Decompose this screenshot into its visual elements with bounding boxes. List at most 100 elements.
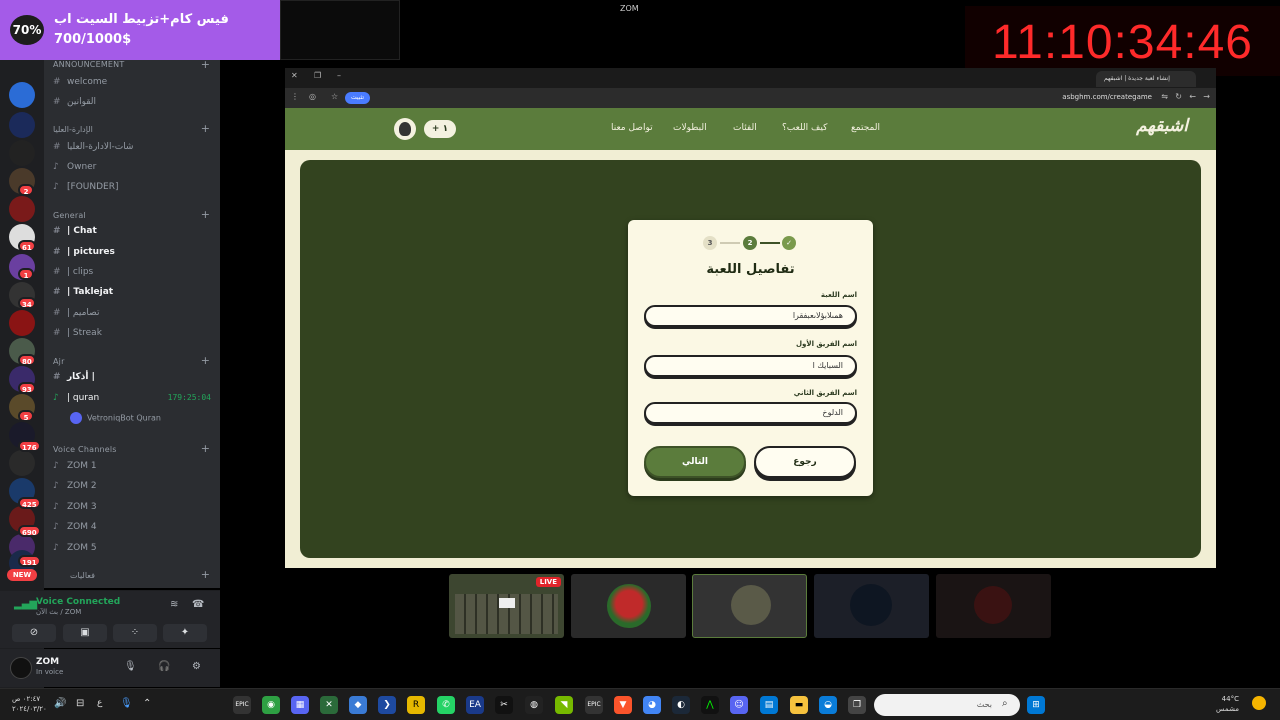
- forward-icon[interactable]: →: [1203, 92, 1210, 101]
- nav-categories[interactable]: الفئات: [733, 123, 757, 133]
- channel-clips[interactable]: # | clips: [53, 263, 213, 281]
- spreadsheet-icon[interactable]: ✕: [320, 696, 338, 714]
- rockstar-icon[interactable]: R: [407, 696, 425, 714]
- add-channel-icon[interactable]: +: [201, 60, 210, 71]
- store-icon[interactable]: ▤: [760, 696, 778, 714]
- stream-thumbnail[interactable]: [936, 574, 1051, 638]
- task-view-icon[interactable]: ❐: [848, 696, 866, 714]
- discord-app-icon[interactable]: ◉: [262, 696, 280, 714]
- nav-contact[interactable]: تواصل معنا: [611, 123, 653, 133]
- category-general[interactable]: General: [53, 211, 86, 220]
- discord-icon[interactable]: ☺: [730, 696, 748, 714]
- game-name-input[interactable]: همىلابؤلاىعبفقرا: [644, 305, 857, 327]
- server-icon[interactable]: [9, 82, 35, 108]
- add-channel-icon[interactable]: +: [201, 568, 210, 581]
- terminal-icon[interactable]: ⋀: [701, 696, 719, 714]
- clock[interactable]: ٠٢:٤٧ ص ٢٠٢٤/٠٣/٢٠: [12, 694, 47, 714]
- channel-taklejat[interactable]: # | Taklejat: [53, 283, 213, 301]
- ea-icon[interactable]: EA: [466, 696, 484, 714]
- disconnect-icon[interactable]: ☎: [192, 599, 204, 610]
- capcut-icon[interactable]: ✂: [495, 696, 513, 714]
- chrome-icon[interactable]: ◕: [643, 696, 661, 714]
- nav-tournaments[interactable]: البطولات: [673, 123, 707, 133]
- back-button[interactable]: رجوع: [754, 446, 856, 478]
- channel-admin-chat[interactable]: # شات-الادارة-العليا: [53, 138, 213, 156]
- voice-channel-zom3[interactable]: ♪ ZOM 3: [53, 498, 213, 516]
- browser-tab[interactable]: إنشاء لعبة جديدة | اشبقهم: [1096, 71, 1196, 87]
- signal-icon[interactable]: ▂▄▆: [14, 599, 37, 610]
- gear-icon[interactable]: ⚙: [192, 661, 201, 672]
- add-channel-icon[interactable]: +: [201, 122, 210, 135]
- channel-streak[interactable]: # | Streak: [53, 324, 213, 342]
- reload-icon[interactable]: ↻: [1175, 92, 1182, 101]
- category-admin[interactable]: الإدارة-العليا: [53, 125, 93, 134]
- category-announcement[interactable]: ANNOUNCEMENT: [53, 60, 124, 69]
- add-channel-icon[interactable]: +: [201, 208, 210, 221]
- voice-channel-zom4[interactable]: ♪ ZOM 4: [53, 518, 213, 536]
- add-channel-icon[interactable]: +: [201, 354, 210, 367]
- star-icon[interactable]: ☆: [331, 92, 338, 101]
- voice-user[interactable]: VetroniqBot Quran: [70, 412, 161, 424]
- obs-icon[interactable]: ◍: [525, 696, 543, 714]
- screen-share-button[interactable]: ▣: [63, 624, 107, 642]
- server-icon[interactable]: [9, 112, 35, 138]
- add-button[interactable]: + ١: [424, 120, 456, 138]
- epic-icon[interactable]: EPIC: [585, 696, 603, 714]
- server-icon[interactable]: [9, 196, 35, 222]
- voice-channel-zom1[interactable]: ♪ ZOM 1: [53, 457, 213, 475]
- channel-welcome[interactable]: # welcome: [53, 73, 213, 91]
- folder-icon[interactable]: ▬: [790, 696, 808, 714]
- server-icon[interactable]: [9, 140, 35, 166]
- search-input[interactable]: بحث: [874, 694, 1020, 716]
- activities-button[interactable]: ⁘: [113, 624, 157, 642]
- app-icon[interactable]: ◆: [349, 696, 367, 714]
- volume-icon[interactable]: 🔊: [54, 698, 66, 709]
- nav-community[interactable]: المجتمع: [851, 123, 880, 133]
- user-avatar-icon[interactable]: [394, 118, 416, 140]
- weather-widget[interactable]: 44°C مشمس: [1216, 694, 1239, 714]
- channel-rules[interactable]: # القوانين: [53, 93, 213, 111]
- server-icon[interactable]: [9, 310, 35, 336]
- voice-status[interactable]: Voice Connected: [36, 597, 120, 607]
- channel-designs[interactable]: # | تصاميم: [53, 304, 213, 322]
- voice-channel-zom2[interactable]: ♪ ZOM 2: [53, 477, 213, 495]
- whatsapp-icon[interactable]: ✆: [437, 696, 455, 714]
- epic-games-icon[interactable]: EPIC: [233, 696, 251, 714]
- channel-pictures[interactable]: # | pictures: [53, 243, 213, 261]
- minimize-icon[interactable]: –: [337, 71, 341, 80]
- team2-input[interactable]: الدلوخ: [644, 402, 857, 424]
- add-channel-icon[interactable]: +: [201, 442, 210, 455]
- camera-off-button[interactable]: ⊘: [12, 624, 56, 642]
- channel-founder[interactable]: ♪ [FOUNDER]: [53, 178, 213, 196]
- extension-icon[interactable]: ◎: [309, 92, 316, 101]
- vscode-icon[interactable]: ❯: [378, 696, 396, 714]
- stream-thumbnail[interactable]: LIVE: [449, 574, 564, 638]
- install-button[interactable]: تثبيت: [345, 92, 370, 104]
- noise-suppression-icon[interactable]: ≋: [170, 599, 178, 610]
- category-events[interactable]: فعاليات: [70, 571, 95, 580]
- edge-icon[interactable]: ◒: [819, 696, 837, 714]
- channel-owner[interactable]: ♪ Owner: [53, 158, 213, 176]
- menu-icon[interactable]: ⋮: [291, 92, 299, 101]
- channel-azkar[interactable]: # أذكار |: [53, 368, 213, 386]
- microphone-icon[interactable]: 🎙: [124, 661, 137, 672]
- channel-quran[interactable]: ♪ | quran 179:25:04: [53, 389, 213, 407]
- app-grid-icon[interactable]: ▦: [291, 696, 309, 714]
- close-icon[interactable]: ✕: [291, 71, 298, 80]
- url-field[interactable]: asbghm.com/creategame: [1062, 93, 1152, 101]
- network-icon[interactable]: ⊟: [76, 698, 84, 709]
- restore-icon[interactable]: ❐: [314, 71, 321, 80]
- microphone-icon[interactable]: 🎙: [120, 698, 133, 709]
- windows-start-icon[interactable]: ⊞: [1027, 696, 1045, 714]
- chevron-up-icon[interactable]: ⌃: [143, 698, 151, 709]
- next-button[interactable]: التالي: [644, 446, 746, 478]
- nav-how-to-play[interactable]: كيف اللعب؟: [782, 123, 827, 133]
- language-indicator[interactable]: ع: [97, 698, 102, 708]
- stream-thumbnail[interactable]: [814, 574, 929, 638]
- site-settings-icon[interactable]: ⇋: [1161, 92, 1168, 101]
- channel-chat[interactable]: # | Chat: [53, 222, 213, 240]
- stream-thumbnail[interactable]: [692, 574, 807, 638]
- back-icon[interactable]: ←: [1189, 92, 1196, 101]
- category-ajr[interactable]: Ajr: [53, 357, 65, 366]
- soundboard-button[interactable]: ✦: [163, 624, 207, 642]
